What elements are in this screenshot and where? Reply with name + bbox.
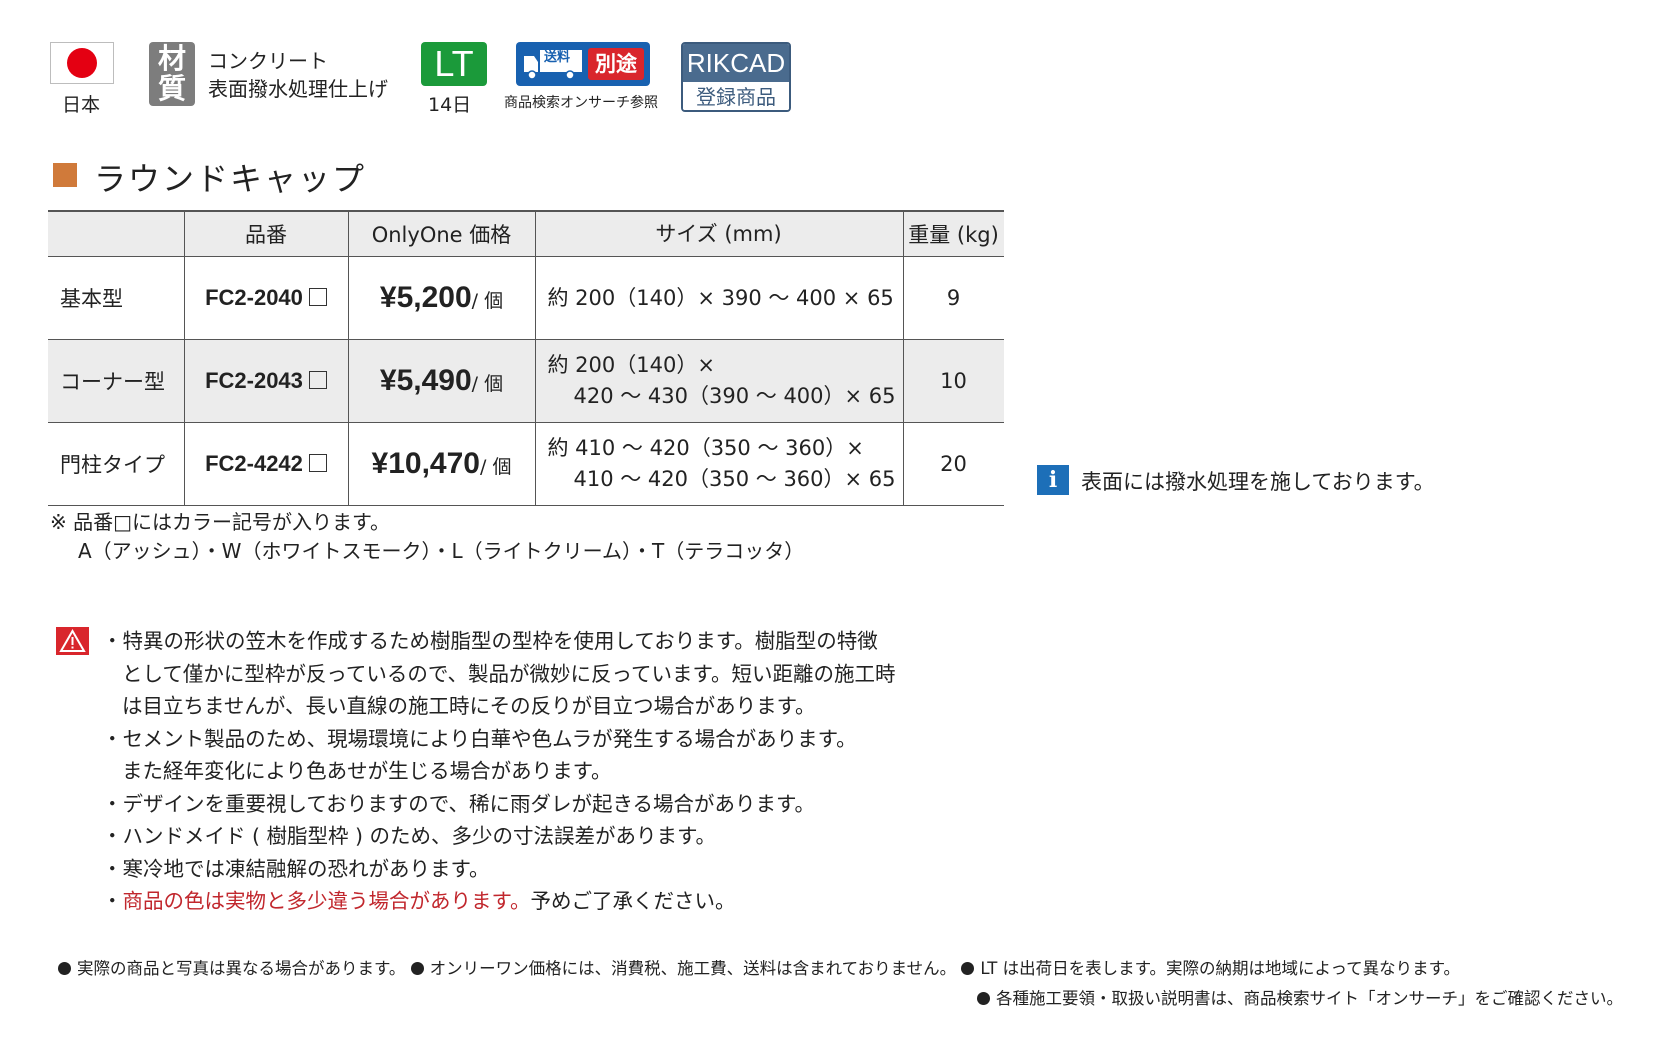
- product-code: FC2-2043: [205, 368, 303, 393]
- warning-line: ・セメント製品のため、現場環境により白華や色ムラが発生する場合があります。: [102, 726, 857, 751]
- color-note: ※ 品番□にはカラー記号が入ります。 A（アッシュ）・W（ホワイトスモーク）・L…: [50, 508, 804, 566]
- size-cell: 約 200（140）× 390 ～ 400 × 65: [534, 256, 903, 340]
- warning-item: ・商品の色は実物と多少違う場合があります。予めご了承ください。: [102, 885, 895, 918]
- header-cell: 品番: [183, 210, 348, 257]
- footer-note: オンリーワン価格には、消費税、施工費、送料は含まれておりません。: [429, 959, 957, 978]
- shipping-badge-text: 別途: [588, 48, 644, 80]
- warning-line: ・特異の形状の笠木を作成するため樹脂型の型枠を使用しております。樹脂型の特徴: [102, 629, 878, 653]
- table-header-row: 品番 OnlyOne 価格 サイズ (mm) 重量 (kg): [48, 210, 1004, 257]
- table-row: 門柱タイプ FC2-4242 ¥10,470/ 個 約 410 ～ 420（35…: [48, 422, 1004, 506]
- rikcad-badge: RIKCAD 登録商品: [681, 42, 791, 112]
- code-cell: FC2-2040: [183, 256, 348, 340]
- price-cell: ¥5,200/ 個: [347, 256, 535, 340]
- warning-line: ・デザインを重要視しておりますので、稀に雨ダレが起きる場合があります。: [102, 791, 815, 816]
- code-cell: FC2-2043: [183, 339, 348, 423]
- origin-label: 日本: [62, 94, 101, 116]
- footer-note: 実際の商品と写真は異なる場合があります。: [77, 959, 406, 978]
- shipping-note: 商品検索オンサーチ参照: [504, 95, 658, 111]
- shipping-badge: 送料 別途: [516, 42, 650, 86]
- product-table: 品番 OnlyOne 価格 サイズ (mm) 重量 (kg) 基本型 FC2-2…: [48, 210, 1004, 506]
- weight-cell: 10: [902, 339, 1004, 423]
- price-unit: / 個: [480, 456, 512, 478]
- shipping-tag: 送料: [544, 50, 571, 65]
- size-line: 約 200（140）× 390 ～ 400 × 65: [547, 285, 894, 310]
- warning-line: また経年変化により色あせが生じる場合があります。: [122, 759, 612, 783]
- color-box-icon: [308, 454, 327, 472]
- size-line: 約 410 ～ 420（350 ～ 360）×: [547, 436, 864, 460]
- size-line: 約 200（140）×: [547, 353, 715, 377]
- header-cell: [48, 210, 184, 257]
- product-code: FC2-2040: [205, 285, 303, 310]
- size-line: 420 ～ 430（390 ～ 400）× 65: [573, 384, 896, 408]
- warning-line: として僅かに型枠が反っているので、製品が微妙に反っています。短い距離の施工時: [122, 661, 896, 686]
- header-cell: OnlyOne 価格: [347, 210, 535, 257]
- weight-cell: 9: [902, 256, 1004, 340]
- size-cell: 約 410 ～ 420（350 ～ 360）× 410 ～ 420（350 ～ 3…: [534, 422, 903, 506]
- rikcad-title: RIKCAD: [683, 44, 789, 82]
- footer-note: 各種施工要領・取扱い説明書は、商品検索サイト「オンサーチ」をご確認ください。: [996, 989, 1623, 1008]
- bullet-icon: [961, 962, 975, 975]
- material-icon: 材質: [149, 42, 195, 106]
- price: ¥5,490: [379, 364, 472, 397]
- header-cell: 重量 (kg): [902, 210, 1004, 257]
- price-cell: ¥10,470/ 個: [347, 422, 535, 506]
- footer-line-2: 各種施工要領・取扱い説明書は、商品検索サイト「オンサーチ」をご確認ください。: [977, 985, 1623, 1009]
- info-text: 表面には撥水処理を施しております。: [1081, 470, 1435, 494]
- color-box-icon: [308, 288, 327, 306]
- info-icon: i: [1037, 465, 1069, 495]
- product-code: FC2-4242: [205, 451, 303, 476]
- bullet-icon: [977, 992, 990, 1005]
- price-unit: / 個: [471, 290, 504, 312]
- color-box-icon: [308, 371, 327, 389]
- material-line: コンクリート: [208, 49, 328, 73]
- section-square-icon: [53, 163, 77, 187]
- warning-item: ・ハンドメイド ( 樹脂型枠 ) のため、多少の寸法誤差があります。: [102, 820, 895, 853]
- bullet-icon: [58, 962, 71, 975]
- section-title: ラウンドキャップ: [94, 160, 367, 198]
- size-cell: 約 200（140）× 420 ～ 430（390 ～ 400）× 65: [534, 339, 903, 423]
- header-cell: サイズ (mm): [534, 210, 903, 257]
- warning-item: ・特異の形状の笠木を作成するため樹脂型の型枠を使用しております。樹脂型の特徴 と…: [102, 625, 895, 723]
- material-text: コンクリート 表面撥水処理仕上げ: [208, 47, 388, 103]
- warning-line: ・ハンドメイド ( 樹脂型枠 ) のため、多少の寸法誤差があります。: [102, 824, 717, 848]
- color-note-line: A（アッシュ）・W（ホワイトスモーク）・L（ライトクリーム）・T（テラコッタ）: [78, 539, 805, 563]
- warning-item: ・セメント製品のため、現場環境により白華や色ムラが発生する場合があります。 また…: [102, 723, 895, 788]
- type-cell: コーナー型: [48, 339, 184, 423]
- warning-list: ・特異の形状の笠木を作成するため樹脂型の型枠を使用しております。樹脂型の特徴 と…: [102, 625, 895, 918]
- warning-line: は目立ちませんが、長い直線の施工時にその反りが目立つ場合があります。: [122, 694, 816, 718]
- color-note-line: ※ 品番□にはカラー記号が入ります。: [50, 510, 391, 534]
- footer-note: LT は出荷日を表します。実際の納期は地域によって異なります。: [980, 959, 1460, 978]
- bullet-icon: [410, 962, 424, 975]
- warning-icon: [56, 627, 89, 655]
- size-line: 410 ～ 420（350 ～ 360）× 65: [573, 467, 896, 491]
- japan-flag-icon: [50, 42, 114, 84]
- price-unit: / 個: [471, 373, 504, 395]
- table-row: 基本型 FC2-2040 ¥5,200/ 個 約 200（140）× 390 ～…: [48, 256, 1004, 340]
- warning-line: ・寒冷地では凍結融解の恐れがあります。: [102, 856, 490, 881]
- lt-days: 14日: [428, 94, 472, 116]
- price: ¥5,200: [379, 281, 472, 314]
- type-cell: 基本型: [48, 256, 184, 340]
- warning-item: ・デザインを重要視しておりますので、稀に雨ダレが起きる場合があります。: [102, 788, 895, 821]
- warning-bullet: ・: [102, 889, 123, 913]
- code-cell: FC2-4242: [183, 422, 348, 506]
- footer-line-1: 実際の商品と写真は異なる場合があります。 オンリーワン価格には、消費税、施工費、…: [58, 955, 1460, 979]
- lt-badge: LT: [421, 42, 487, 86]
- warning-item: ・寒冷地では凍結融解の恐れがあります。: [102, 853, 895, 886]
- table-row: コーナー型 FC2-2043 ¥5,490/ 個 約 200（140）× 420 …: [48, 339, 1004, 423]
- material-line: 表面撥水処理仕上げ: [208, 77, 388, 101]
- warning-red-text: 商品の色は実物と多少違う場合があります。: [122, 889, 531, 913]
- type-cell: 門柱タイプ: [48, 422, 184, 506]
- rikcad-subtitle: 登録商品: [683, 82, 789, 110]
- warning-rest-text: 予めご了承ください。: [530, 889, 736, 913]
- weight-cell: 20: [902, 422, 1004, 506]
- price-cell: ¥5,490/ 個: [347, 339, 535, 423]
- price: ¥10,470: [371, 447, 480, 480]
